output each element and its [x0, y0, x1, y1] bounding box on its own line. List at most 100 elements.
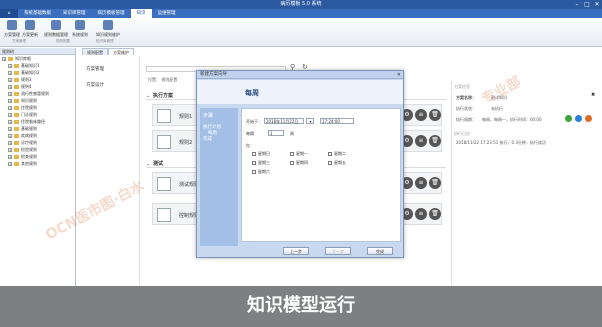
ribbon-group-label: 知识库管理: [96, 39, 114, 43]
prev-button[interactable]: 上一步: [283, 247, 309, 255]
close-button[interactable]: ✕: [592, 0, 602, 9]
tree-node-label: 知识规则: [21, 98, 37, 103]
delete-icon[interactable]: 🗑: [429, 208, 441, 220]
expand-icon[interactable]: +: [8, 112, 12, 117]
expand-icon[interactable]: +: [8, 126, 12, 131]
finish-button[interactable]: 完成: [367, 247, 393, 255]
new-plan-wizard-dialog: 新建方案向导 ✕ 每周 步骤 执行计划 每周 完成 开始于： 2018年11月2…: [196, 70, 404, 258]
ribbon-button-label: 知识规则维护: [96, 32, 120, 37]
tree-node[interactable]: + 知识库根: [0, 55, 75, 62]
expand-icon[interactable]: +: [2, 56, 6, 61]
tree-node[interactable]: + 规则4: [0, 83, 75, 90]
info-title: 方案信息: [454, 84, 470, 89]
tree-node[interactable]: + 流行性感冒规则: [0, 90, 75, 97]
nav-item-plan-design[interactable]: 方案设计: [86, 82, 104, 88]
next-button[interactable]: 下一步: [325, 247, 351, 255]
menu-item[interactable]: 病历模板管理: [92, 9, 131, 18]
name-value: 测试知识: [491, 95, 507, 100]
play-icon[interactable]: [565, 115, 572, 122]
day-checkbox[interactable]: 星期六: [252, 169, 270, 175]
menu-item-active[interactable]: 知识: [130, 9, 152, 18]
tree-node-label: 住院临床路径: [21, 119, 45, 124]
home-icon[interactable]: ⌂: [0, 9, 18, 18]
folder-icon: [14, 147, 19, 152]
ribbon-button[interactable]: 系统规则: [72, 20, 88, 38]
expand-icon[interactable]: +: [8, 119, 12, 124]
tree-node[interactable]: + 住院规则: [0, 104, 75, 111]
delete-icon[interactable]: 🗑: [429, 135, 441, 147]
minimize-button[interactable]: –: [572, 0, 582, 9]
nav-item-plan-manage[interactable]: 方案管理: [86, 66, 104, 72]
every-input[interactable]: 1: [268, 130, 284, 136]
expand-icon[interactable]: +: [8, 91, 12, 96]
expand-icon[interactable]: +: [8, 161, 12, 166]
expand-icon[interactable]: +: [8, 77, 12, 82]
expand-icon[interactable]: +: [8, 154, 12, 159]
tree-node[interactable]: + 检查规则: [0, 153, 75, 160]
tree-header: 规则树: [0, 48, 75, 55]
tree-node[interactable]: + 检验规则: [0, 146, 75, 153]
tab-rule-config[interactable]: 规则配置: [82, 48, 108, 55]
day-checkbox[interactable]: 星期一: [290, 151, 308, 157]
ribbon-button[interactable]: 方案更新: [22, 20, 38, 38]
cycle-value: 每周，每周一，执行时间：00:00: [482, 117, 542, 122]
dialog-title: 新建方案向导: [197, 71, 403, 79]
tree-node[interactable]: + 知识规则: [0, 97, 75, 104]
list-icon[interactable]: ≡: [415, 208, 427, 220]
expand-icon[interactable]: +: [8, 70, 12, 75]
tree-node-label: 规则4: [21, 84, 32, 89]
checkbox: [290, 161, 294, 165]
tree-node[interactable]: + 门诊规则: [0, 111, 75, 118]
tree-node-label: 规则3: [21, 77, 32, 82]
expand-icon[interactable]: +: [8, 63, 12, 68]
day-label: 星期日: [258, 151, 270, 156]
day-checkbox[interactable]: 星期五: [328, 160, 346, 166]
tree-node[interactable]: + 规则3: [0, 76, 75, 83]
folder-icon: [14, 119, 19, 124]
tree-node[interactable]: + 其他规则: [0, 160, 75, 167]
menu-item[interactable]: 运维管理: [152, 9, 182, 18]
start-date-picker[interactable]: 2018年11月22日: [264, 118, 304, 124]
list-icon[interactable]: ≡: [415, 177, 427, 189]
log-value: 2018/11/22 17:23:51 执行，0.3分钟，执行成功: [456, 140, 546, 145]
day-checkbox[interactable]: 星期日: [252, 151, 270, 157]
checkbox: [328, 161, 332, 165]
ribbon-button[interactable]: 知识规则维护: [96, 20, 120, 38]
list-icon[interactable]: ≡: [415, 109, 427, 121]
ribbon-button[interactable]: 规则数据管理: [44, 20, 68, 38]
stop-icon[interactable]: [585, 115, 592, 122]
folder-icon: [14, 98, 19, 103]
maximize-button[interactable]: □: [582, 0, 592, 9]
list-icon[interactable]: ≡: [415, 135, 427, 147]
expand-icon[interactable]: +: [8, 140, 12, 145]
delete-icon[interactable]: 🗑: [429, 177, 441, 189]
day-checkbox[interactable]: 星期二: [328, 151, 346, 157]
menu-item[interactable]: 系统基础数据: [18, 9, 57, 18]
ribbon-group-label: 规则配置: [56, 39, 70, 43]
tree-node-label: 门诊规则: [21, 112, 37, 117]
tab-plan-maintain[interactable]: 方案维护: [108, 48, 134, 55]
tree-node[interactable]: + 基础知识1: [0, 62, 75, 69]
expand-icon[interactable]: +: [8, 84, 12, 89]
tree-node[interactable]: + 诊疗规则: [0, 139, 75, 146]
start-time-picker[interactable]: 17:24:00: [320, 118, 354, 124]
menu-item[interactable]: 知识库管理: [57, 9, 92, 18]
day-checkbox[interactable]: 星期三: [252, 160, 270, 166]
close-icon[interactable]: ✕: [397, 71, 401, 79]
card-title: 规则1: [179, 114, 193, 120]
ribbon-toolbar: 方案管理 方案更新 规则数据管理 系统规则 知识规则维护 方案管理 规则配置 知…: [0, 18, 602, 47]
expand-icon[interactable]: +: [8, 147, 12, 152]
close-icon[interactable]: ✖: [591, 92, 595, 98]
day-checkbox[interactable]: 星期四: [290, 160, 308, 166]
expand-icon[interactable]: +: [8, 98, 12, 103]
tree-node[interactable]: + 基础知识2: [0, 69, 75, 76]
ribbon-button[interactable]: 方案管理: [4, 20, 20, 38]
expand-icon[interactable]: +: [8, 105, 12, 110]
expand-icon[interactable]: +: [8, 133, 12, 138]
tree-node[interactable]: + 疾病规则: [0, 132, 75, 139]
info-icon[interactable]: [575, 115, 582, 122]
tree-node[interactable]: + 基础规则: [0, 125, 75, 132]
tree-node[interactable]: + 住院临床路径: [0, 118, 75, 125]
delete-icon[interactable]: 🗑: [429, 109, 441, 121]
calendar-icon[interactable]: ▾: [306, 118, 314, 124]
